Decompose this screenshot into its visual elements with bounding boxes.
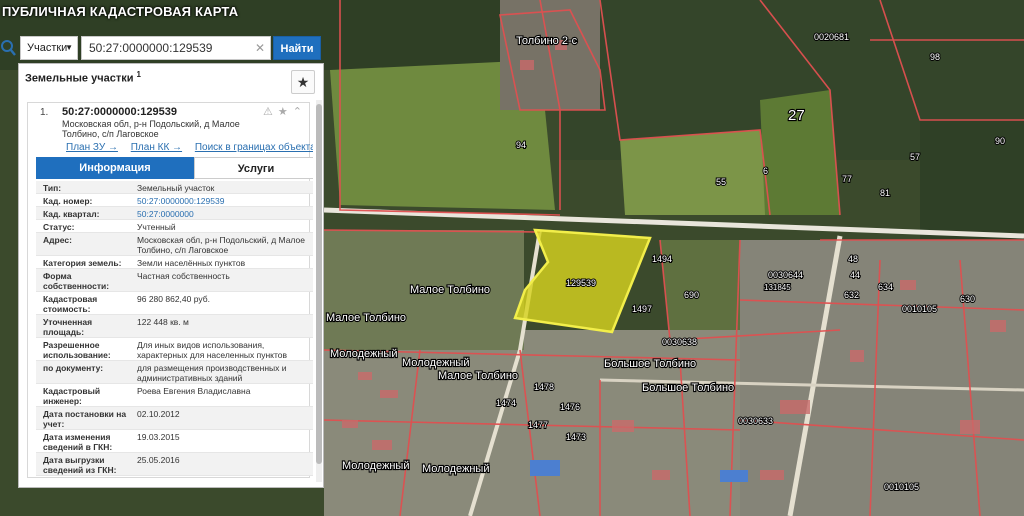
property-row: Разрешенное использование: Для иных видов…: [36, 338, 313, 361]
map-number: 48: [848, 254, 858, 264]
map-number: 94: [516, 140, 526, 150]
map-label: Толбино 2-с: [516, 35, 578, 47]
tab-services[interactable]: Услуги: [194, 157, 313, 179]
map-number: 630: [960, 294, 975, 304]
panel-title: Земельные участки 1: [25, 70, 141, 85]
map-number: 77: [842, 174, 852, 184]
map-label: Молодежный: [330, 348, 397, 360]
panel-scrollbar[interactable]: [316, 100, 322, 482]
map-label: Молодежный: [422, 463, 489, 475]
plan-zu-link[interactable]: План ЗУ →: [66, 142, 118, 153]
result-cad-number[interactable]: 50:27:0000000:129539: [62, 106, 177, 118]
clear-icon[interactable]: ✕: [255, 37, 265, 59]
map-number: 1478: [534, 382, 554, 392]
results-panel: Земельные участки 1 ★ 1. 50:27:0000000:1…: [18, 63, 324, 488]
result-links: План ЗУ → План КК → Поиск в границах объ…: [66, 142, 313, 153]
property-row: Кад. номер: 50:27:0000000:129539: [36, 194, 313, 207]
map-label: 0010105: [902, 304, 937, 314]
map-label: 0030638: [662, 337, 697, 347]
map-number: 1473: [566, 432, 586, 442]
map-label: Большое Толбино: [604, 358, 696, 370]
search-type-select[interactable]: Участки ▼: [20, 36, 78, 60]
property-row: Дата постановки на учет: 02.10.2012: [36, 407, 313, 430]
search-in-bounds-link[interactable]: Поиск в границах объекта →: [195, 142, 313, 153]
property-row: Категория земель: Земли населённых пункто…: [36, 256, 313, 269]
map-number: 6: [763, 166, 768, 176]
map-label: 27: [788, 107, 805, 124]
parcel-label: 129539: [566, 278, 596, 288]
result-card: 1. 50:27:0000000:129539 Московская обл, …: [27, 102, 313, 478]
result-actions-icons[interactable]: ⚠ ★ ⌃: [263, 105, 303, 118]
plan-kk-link[interactable]: План КК →: [131, 142, 182, 153]
page-title: ПУБЛИЧНАЯ КАДАСТРОВАЯ КАРТА: [2, 4, 239, 19]
map-label: 131845: [764, 283, 791, 292]
property-row: Адрес: Московская обл, р-н Подольский, д …: [36, 233, 313, 256]
map-number: 1474: [496, 398, 516, 408]
favorite-star-button[interactable]: ★: [291, 70, 315, 94]
map-label: Малое Толбино: [410, 284, 490, 296]
property-row: Дата выгрузки сведений из ГКН: 25.05.2016: [36, 453, 313, 476]
property-row: по документу: для размещения производстве…: [36, 361, 313, 384]
map-label: 0020681: [814, 32, 849, 42]
property-row: Тип: Земельный участок: [36, 181, 313, 194]
map-number: 632: [844, 290, 859, 300]
map-number: 44: [850, 270, 860, 280]
result-address: Московская обл, р-н Подольский, д Малое …: [62, 119, 240, 139]
map-number: 634: [878, 282, 893, 292]
map-number: 1477: [528, 420, 548, 430]
tab-information[interactable]: Информация: [36, 157, 194, 179]
property-row: Кадастровая стоимость: 96 280 862,40 руб.: [36, 292, 313, 315]
map-label: Молодежный: [342, 460, 409, 472]
map-number: 57: [910, 152, 920, 162]
search-input-value: 50:27:0000000:129539: [89, 41, 213, 55]
cad-number-link[interactable]: 50:27:0000000:129539: [137, 196, 313, 206]
search-type-label: Участки: [27, 42, 68, 54]
chevron-down-icon: ▼: [65, 43, 73, 52]
property-row: Дата изменения сведений в ГКН: 19.03.2015: [36, 430, 313, 453]
results-scroll[interactable]: 1. 50:27:0000000:129539 Московская обл, …: [23, 100, 313, 480]
property-row: Кадастровый инженер: Роева Евгения Владис…: [36, 384, 313, 407]
map-number: 1494: [652, 254, 672, 264]
scrollbar-thumb[interactable]: [316, 104, 322, 464]
map-number: 81: [880, 188, 890, 198]
map-label: 0010105: [884, 482, 919, 492]
results-count: 1: [136, 70, 141, 79]
map-label: 0030644: [768, 270, 803, 280]
property-row: Статус: Учтенный: [36, 220, 313, 233]
info-tabs: Информация Услуги: [36, 157, 313, 179]
map-number: 1497: [632, 304, 652, 314]
property-row: Уточненная площадь: 122 448 кв. м: [36, 315, 313, 338]
map-number: 55: [716, 177, 726, 187]
find-button[interactable]: Найти: [273, 36, 321, 60]
map-number: 690: [684, 290, 699, 300]
map-number: 90: [995, 136, 1005, 146]
result-number: 1.: [40, 107, 49, 118]
map-number: 1476: [560, 402, 580, 412]
map-label: Большое Толбино: [642, 382, 734, 394]
cad-quarter-link[interactable]: 50:27:0000000: [137, 209, 313, 219]
map-label: 0030633: [738, 416, 773, 426]
property-row: Кад. квартал: 50:27:0000000: [36, 207, 313, 220]
map-number: 98: [930, 52, 940, 62]
map-label: Малое Толбино: [438, 370, 518, 382]
properties-table: Тип: Земельный участок Кад. номер: 50:27:0…: [36, 181, 313, 476]
map-label: Малое Толбино: [326, 312, 406, 324]
search-bar: Участки ▼ 50:27:0000000:129539 ✕ Найти: [0, 35, 324, 61]
map-label: Молодежный: [402, 357, 469, 369]
search-input[interactable]: 50:27:0000000:129539 ✕: [81, 36, 271, 60]
property-row: Форма собственности: Частная собственност…: [36, 269, 313, 292]
search-icon[interactable]: [0, 39, 16, 57]
